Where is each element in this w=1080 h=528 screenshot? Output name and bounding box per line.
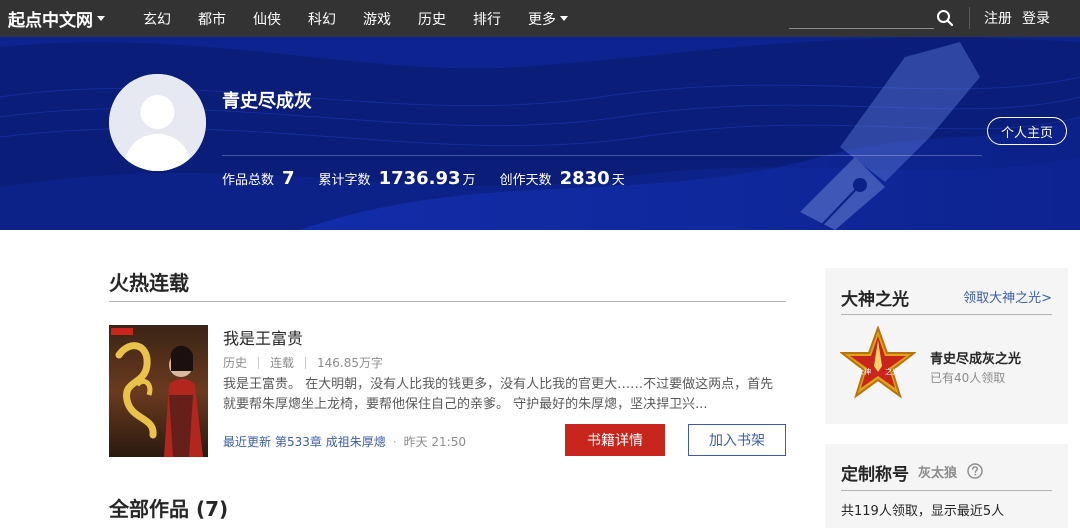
- login-link[interactable]: 登录: [1022, 8, 1050, 28]
- stat-days-label: 创作天数: [499, 173, 552, 188]
- custom-title-card: 定制称号 灰太狼 共119人领取，显示最近5人: [825, 444, 1068, 528]
- book-status: 连载: [270, 356, 295, 370]
- hot-serial-heading: 火热连载: [109, 271, 189, 295]
- book-meta: 历史 连载 146.85万字: [223, 354, 383, 371]
- site-logo[interactable]: 起点中文网: [8, 6, 105, 31]
- book-cover-image: [109, 325, 208, 457]
- chevron-down-icon: [560, 16, 568, 21]
- custom-title-count: 共119人领取，显示最近5人: [841, 504, 1005, 519]
- stat-words-unit: 万: [462, 173, 476, 188]
- all-works-heading: 全部作品 (7): [109, 497, 229, 521]
- author-banner: 青史尽成灰 个人主页 作品总数 7 累计字数 1736.93 万 创作天数 28…: [0, 37, 1080, 230]
- nav-item-paihang[interactable]: 排行: [473, 9, 501, 29]
- star-medal-icon: 大神 之光: [840, 326, 916, 399]
- register-link[interactable]: 注册: [984, 8, 1012, 28]
- help-icon[interactable]: [967, 463, 983, 479]
- stat-words-value: 1736.93: [378, 168, 461, 189]
- author-avatar[interactable]: [109, 74, 206, 171]
- medal-left-text: 大神: [857, 367, 871, 376]
- medal-right-text: 之光: [885, 367, 899, 376]
- nav-item-kehuan[interactable]: 科幻: [308, 9, 336, 29]
- banner-divider: [222, 155, 982, 156]
- latest-chapter-link[interactable]: 第533章 成祖朱厚熜: [275, 433, 386, 450]
- latest-update-label: 最近更新: [223, 435, 272, 449]
- glory-card-title: 大神之光: [841, 290, 909, 310]
- nav-divider: [969, 7, 970, 29]
- stat-words-label: 累计字数: [318, 173, 371, 188]
- glory-name: 青史尽成灰之光: [930, 352, 1022, 367]
- site-logo-text: 起点中文网: [8, 10, 93, 31]
- latest-update-time: 昨天 21:50: [403, 435, 466, 449]
- author-stats: 作品总数 7 累计字数 1736.93 万 创作天数 2830 天: [222, 168, 625, 189]
- latest-update: 最近更新 第533章 成祖朱厚熜 · 昨天 21:50: [223, 433, 466, 450]
- meta-divider: [305, 356, 307, 369]
- card-divider: [841, 314, 1052, 315]
- top-navigation-bar: 起点中文网 玄幻 都市 仙侠 科幻 游戏 历史 排行 更多 注册 登录: [0, 0, 1080, 37]
- custom-title-heading: 定制称号: [841, 465, 909, 485]
- stat-works-value: 7: [282, 168, 295, 189]
- nav-item-more[interactable]: 更多: [528, 9, 568, 29]
- stat-days-unit: 天: [611, 173, 625, 188]
- author-name: 青史尽成灰: [222, 91, 312, 112]
- nav-item-dushi[interactable]: 都市: [198, 9, 226, 29]
- nav-item-youxi[interactable]: 游戏: [363, 9, 391, 29]
- chevron-down-icon: [97, 15, 105, 21]
- stat-days-value: 2830: [559, 168, 610, 189]
- claim-glory-link[interactable]: 领取大神之光>: [963, 287, 1052, 306]
- nav-item-xuanhuan[interactable]: 玄幻: [143, 9, 171, 29]
- glory-claim-count: 已有40人领取: [930, 371, 1006, 385]
- book-detail-button[interactable]: 书籍详情: [565, 424, 665, 456]
- add-to-shelf-button[interactable]: 加入书架: [688, 424, 786, 456]
- personal-homepage-button[interactable]: 个人主页: [987, 117, 1067, 145]
- glory-card: 大神之光 领取大神之光> 大神 之光 青史尽成灰之光 已有40人领取: [825, 268, 1068, 424]
- user-avatar-icon: [109, 74, 206, 171]
- stat-works-label: 作品总数: [222, 173, 275, 188]
- category-nav: 玄幻 都市 仙侠 科幻 游戏 历史 排行 更多: [143, 0, 595, 37]
- book-description: 我是王富贵。 在大明朝，没有人比我的钱更多，没有人比我的官更大……不过要做这两点…: [223, 377, 774, 412]
- search-icon[interactable]: [936, 9, 954, 27]
- search-input[interactable]: [789, 7, 934, 29]
- nav-item-more-label: 更多: [528, 11, 556, 28]
- book-word-count: 146.85万字: [317, 356, 384, 370]
- book-title[interactable]: 我是王富贵: [223, 325, 303, 349]
- section-divider: [109, 301, 786, 302]
- book-cover[interactable]: [109, 325, 208, 457]
- card-divider: [841, 490, 1052, 491]
- meta-divider: [258, 356, 260, 369]
- custom-title-tag: 灰太狼: [918, 466, 958, 481]
- nav-item-lishi[interactable]: 历史: [418, 9, 446, 29]
- nav-item-xianxia[interactable]: 仙侠: [253, 9, 281, 29]
- book-category[interactable]: 历史: [223, 354, 247, 371]
- latest-separator: ·: [392, 434, 397, 449]
